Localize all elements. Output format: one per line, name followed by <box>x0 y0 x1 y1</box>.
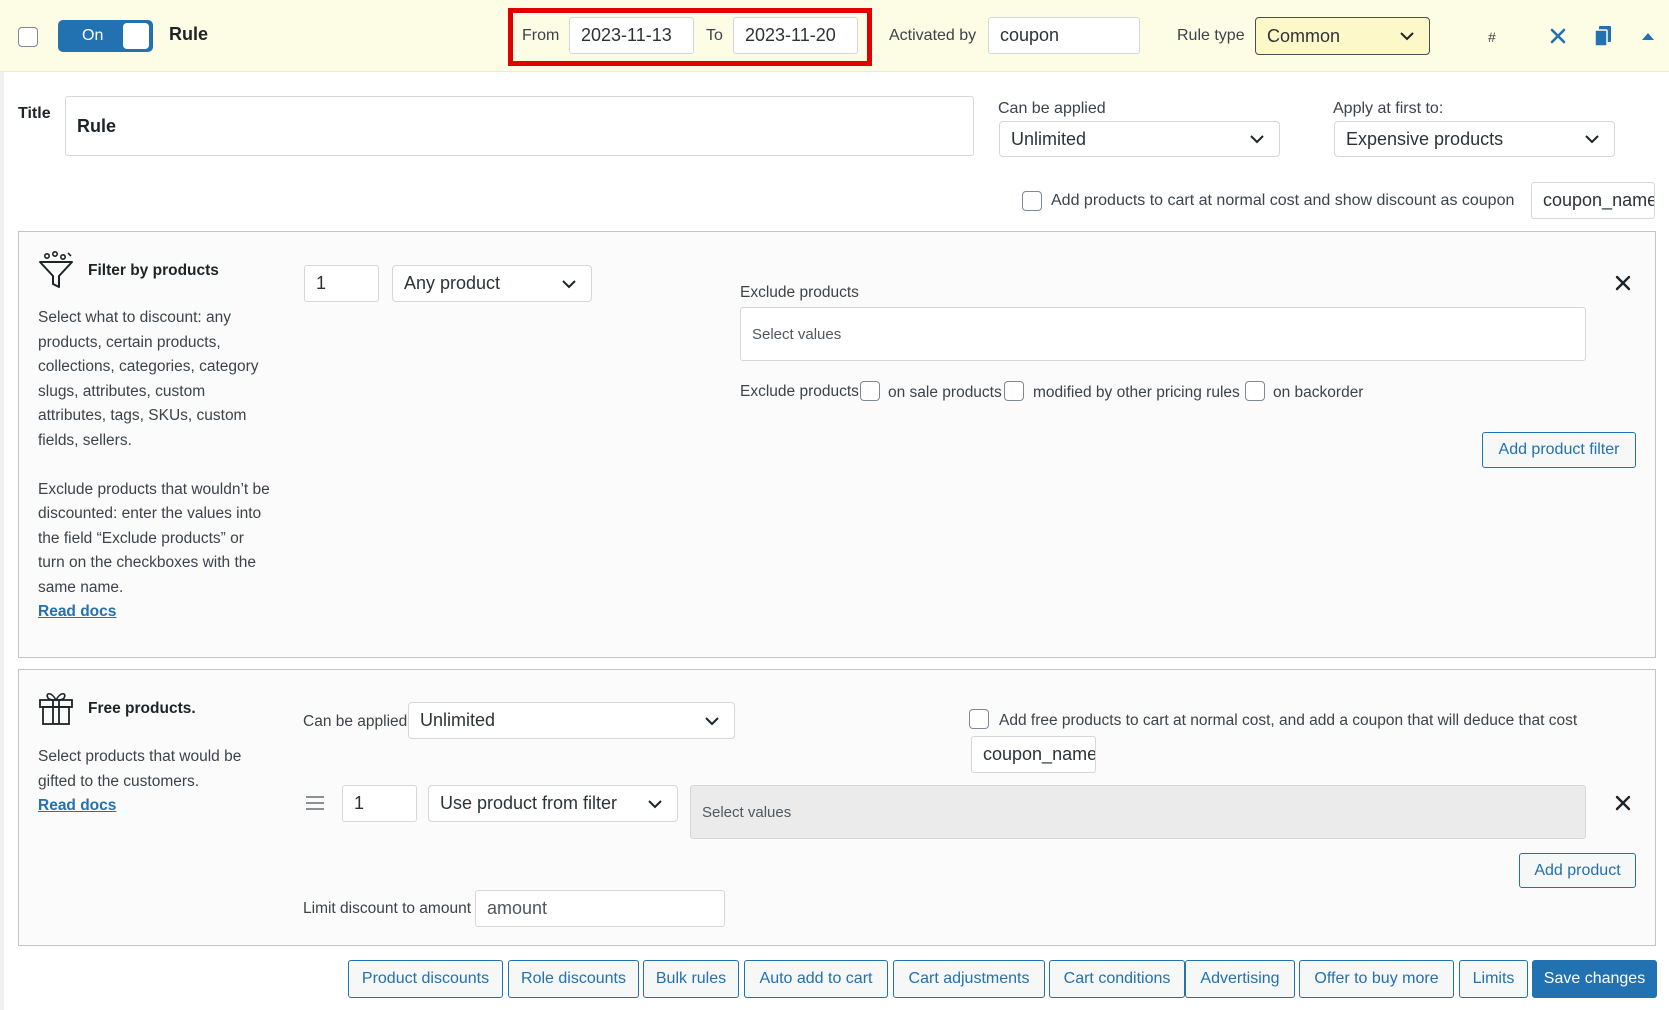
modified-rules-checkbox[interactable] <box>1004 381 1024 401</box>
activated-by-label: Activated by <box>889 27 977 44</box>
coupon-name-input[interactable]: coupon_name <box>1531 182 1655 219</box>
to-label: To <box>706 27 723 44</box>
add-free-coupon-label: Add free products to cart at normal cost… <box>999 712 1578 729</box>
filter-description-1: Select what to discount: any products, c… <box>38 309 259 449</box>
rule-type-label: Rule type <box>1177 27 1245 44</box>
free-can-be-applied-value: Unlimited <box>420 710 496 730</box>
limit-amount-label: Limit discount to amount <box>303 900 472 917</box>
modified-rules-label: modified by other pricing rules <box>1033 384 1240 401</box>
free-qty-input[interactable]: 1 <box>342 785 417 822</box>
rule-id-hash: # <box>1488 29 1496 45</box>
toggle-knob <box>123 23 149 49</box>
to-date-input[interactable]: 2023-11-20 <box>733 17 858 54</box>
coupon-discount-label: Add products to cart at normal cost and … <box>1051 192 1515 209</box>
apply-first-value: Expensive products <box>1346 128 1504 149</box>
filter-icon <box>37 250 75 295</box>
role-discounts-button[interactable]: Role discounts <box>508 960 639 998</box>
free-coupon-name-input[interactable]: coupon_name <box>971 736 1096 773</box>
title-label: Title <box>18 105 51 122</box>
free-source-select[interactable]: Use product from filter <box>428 785 678 822</box>
cart-adjustments-button[interactable]: Cart adjustments <box>893 960 1045 998</box>
rule-type-value: Common <box>1267 25 1341 46</box>
from-date-input[interactable]: 2023-11-13 <box>569 17 694 54</box>
delete-rule-icon[interactable] <box>1548 26 1568 51</box>
add-product-button[interactable]: Add product <box>1519 853 1636 888</box>
title-input[interactable]: Rule <box>65 96 974 156</box>
add-product-filter-button[interactable]: Add product filter <box>1482 432 1636 468</box>
bulk-rules-button[interactable]: Bulk rules <box>643 960 739 998</box>
add-free-coupon-checkbox[interactable] <box>969 709 989 729</box>
copy-icon[interactable] <box>1592 24 1614 53</box>
free-source-value: Use product from filter <box>440 793 618 813</box>
product-type-select[interactable]: Any product <box>392 265 592 302</box>
offer-to-buy-more-button[interactable]: Offer to buy more <box>1299 960 1454 998</box>
can-be-applied-select[interactable]: Unlimited <box>999 121 1280 157</box>
chevron-down-icon <box>1396 25 1418 47</box>
filter-description: Select what to discount: any products, c… <box>38 306 270 625</box>
exclude-checkboxes-label: Exclude products <box>740 383 859 400</box>
filter-read-docs-link[interactable]: Read docs <box>38 603 116 620</box>
activated-by-input[interactable]: coupon <box>988 17 1140 54</box>
chevron-down-icon <box>701 710 723 732</box>
remove-free-product-icon[interactable] <box>1615 795 1631 816</box>
chevron-down-icon <box>644 793 666 815</box>
backorder-checkbox[interactable] <box>1245 381 1265 401</box>
rule-type-select[interactable]: Common <box>1255 17 1430 55</box>
coupon-discount-checkbox[interactable] <box>1022 191 1042 211</box>
can-be-applied-label: Can be applied <box>998 100 1106 117</box>
on-sale-checkbox[interactable] <box>860 381 880 401</box>
filter-qty-input[interactable]: 1 <box>304 265 379 302</box>
filter-title: Filter by products <box>88 262 219 279</box>
free-values-input[interactable]: Select values <box>690 785 1586 839</box>
can-be-applied-value: Unlimited <box>1011 128 1087 149</box>
rule-name: Rule <box>169 24 209 44</box>
drag-handle-icon[interactable] <box>305 795 325 816</box>
from-label: From <box>522 27 560 44</box>
on-sale-label: on sale products <box>888 384 1002 401</box>
apply-first-select[interactable]: Expensive products <box>1334 121 1615 157</box>
free-products-title: Free products. <box>88 700 196 717</box>
free-products-description-text: Select products that would be gifted to … <box>38 748 242 790</box>
exclude-products-input[interactable]: Select values <box>740 307 1586 361</box>
limit-amount-input[interactable]: amount <box>475 890 725 927</box>
limits-button[interactable]: Limits <box>1459 960 1528 998</box>
product-discounts-button[interactable]: Product discounts <box>348 960 503 998</box>
select-rule-checkbox[interactable] <box>18 27 38 47</box>
apply-first-label: Apply at first to: <box>1333 100 1444 117</box>
left-gutter <box>0 72 4 1010</box>
product-type-value: Any product <box>404 273 501 293</box>
exclude-products-label: Exclude products <box>740 284 859 301</box>
advertising-button[interactable]: Advertising <box>1185 960 1295 998</box>
auto-add-to-cart-button[interactable]: Auto add to cart <box>744 960 888 998</box>
enable-toggle[interactable]: On <box>58 20 153 52</box>
collapse-arrow-icon[interactable] <box>1640 29 1656 47</box>
chevron-down-icon <box>1581 128 1603 150</box>
free-products-read-docs-link[interactable]: Read docs <box>38 797 116 814</box>
backorder-label: on backorder <box>1273 384 1364 401</box>
gift-icon <box>37 688 75 731</box>
toggle-label: On <box>82 27 104 44</box>
remove-filter-icon[interactable] <box>1615 275 1631 296</box>
cart-conditions-button[interactable]: Cart conditions <box>1049 960 1185 998</box>
filter-description-2: Exclude products that wouldn’t be discou… <box>38 480 270 596</box>
free-can-be-applied-label: Can be applied <box>303 713 408 730</box>
free-can-be-applied-select[interactable]: Unlimited <box>408 702 735 739</box>
chevron-down-icon <box>558 273 580 295</box>
free-products-description: Select products that would be gifted to … <box>38 745 270 819</box>
chevron-down-icon <box>1246 128 1268 150</box>
save-changes-button[interactable]: Save changes <box>1532 960 1657 998</box>
